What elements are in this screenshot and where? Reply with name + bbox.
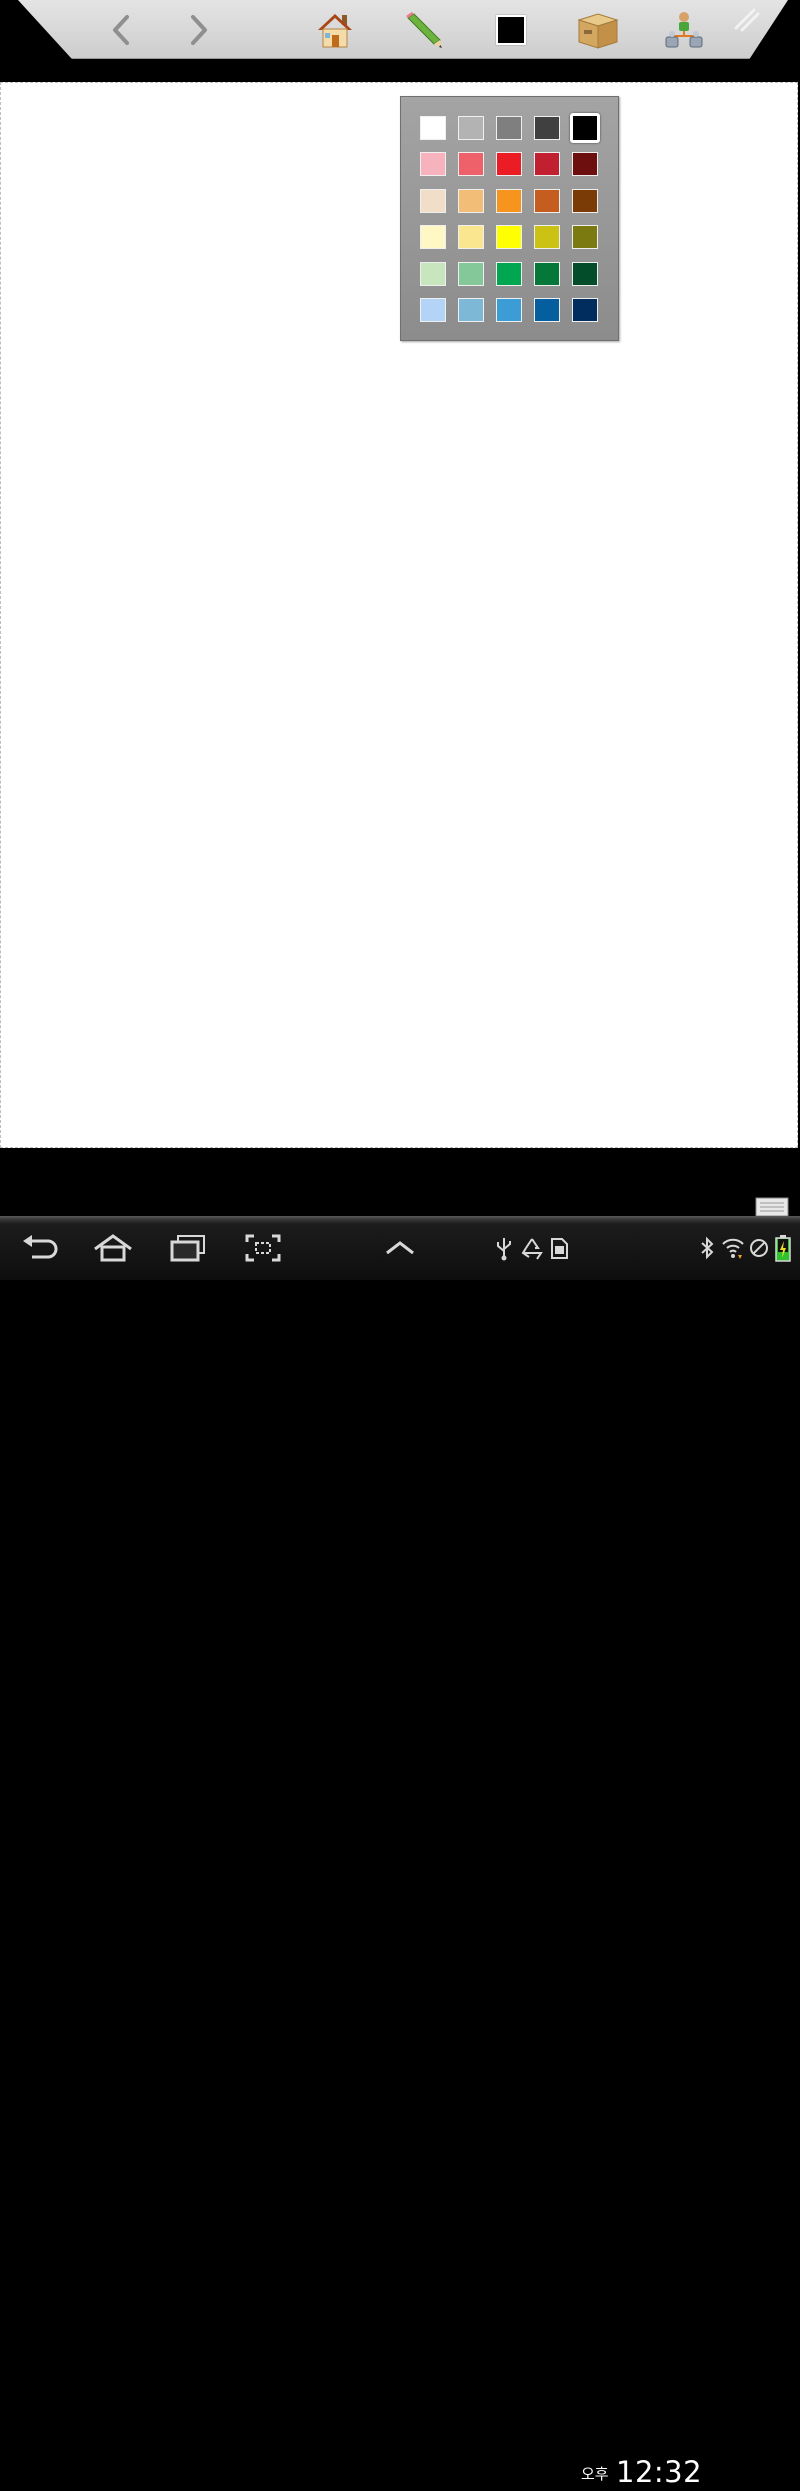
color-swatch[interactable] [534,152,560,176]
recycle-icon [521,1238,543,1260]
sd-card-status [549,1230,569,1266]
back-icon [23,1235,58,1259]
color-swatch[interactable] [572,225,598,249]
color-swatch[interactable] [572,189,598,213]
color-swatch[interactable] [534,225,560,249]
usb-status [494,1230,514,1266]
system-bar: 오후 12:32 [0,1216,800,2489]
top-bar [0,0,800,82]
color-swatch[interactable] [534,262,560,286]
bluetooth-icon [701,1236,714,1260]
wifi-status [720,1230,746,1266]
pencil-icon [406,12,442,48]
clock: 12:32 [616,2455,703,2489]
box-button[interactable] [575,8,621,52]
nav-recent-apps-button[interactable] [166,1230,210,1266]
resize-grip[interactable] [728,4,762,34]
bottom-area [0,1148,800,1216]
color-swatch[interactable] [534,116,560,140]
color-swatch[interactable] [420,189,446,213]
color-swatch[interactable] [496,152,522,176]
home-icon [318,14,352,48]
color-swatch[interactable] [458,225,484,249]
color-square-icon [496,15,526,45]
sd-card-icon [551,1238,568,1259]
drawing-canvas[interactable] [0,82,798,1148]
back-button[interactable] [98,8,144,52]
color-swatch[interactable] [458,152,484,176]
drawer-handle[interactable] [754,1196,790,1218]
ampm-label: 오후 [581,2465,609,2483]
color-swatch[interactable] [420,262,446,286]
color-swatch[interactable] [496,262,522,286]
share-button[interactable] [661,8,707,52]
color-swatch[interactable] [458,262,484,286]
color-swatch[interactable] [496,225,522,249]
screenshot-icon [245,1234,281,1262]
usb-icon [497,1238,511,1261]
color-swatch[interactable] [420,152,446,176]
nav-expand-button[interactable] [380,1230,420,1266]
color-swatch[interactable] [420,298,446,322]
color-swatch[interactable] [534,189,560,213]
chevron-left-icon [113,15,129,45]
color-swatch[interactable] [572,262,598,286]
no-signal-status [748,1230,770,1266]
no-signal-icon [750,1239,768,1257]
color-palette [400,96,619,341]
nav-screenshot-button[interactable] [242,1230,284,1266]
nav-back-button[interactable] [18,1230,62,1266]
recent-apps-icon [170,1235,205,1262]
home-icon [94,1234,132,1262]
chevron-up-icon [386,1241,414,1255]
color-swatch[interactable] [572,298,598,322]
recycle-status [520,1230,544,1266]
network-icon [665,12,703,48]
color-swatch[interactable] [496,189,522,213]
color-swatch[interactable] [458,116,484,140]
home-button[interactable] [312,8,358,52]
color-swatch[interactable] [420,116,446,140]
color-swatch[interactable] [534,298,560,322]
chevron-right-icon [191,15,207,45]
color-swatch[interactable] [420,225,446,249]
pencil-button[interactable] [400,8,446,52]
color-swatch[interactable] [458,298,484,322]
tray-icon [755,1197,789,1217]
color-swatch[interactable] [458,189,484,213]
color-swatch[interactable] [496,116,522,140]
forward-button[interactable] [176,8,222,52]
color-swatch[interactable] [570,113,600,143]
bluetooth-status [698,1230,716,1266]
grip-icon [734,8,760,32]
box-icon [577,13,619,49]
battery-status [774,1230,792,1266]
battery-icon [775,1235,791,1262]
wifi-icon [722,1238,744,1259]
color-swatch[interactable] [572,152,598,176]
color-swatch[interactable] [496,298,522,322]
color-button[interactable] [488,8,534,52]
nav-home-button[interactable] [90,1230,136,1266]
